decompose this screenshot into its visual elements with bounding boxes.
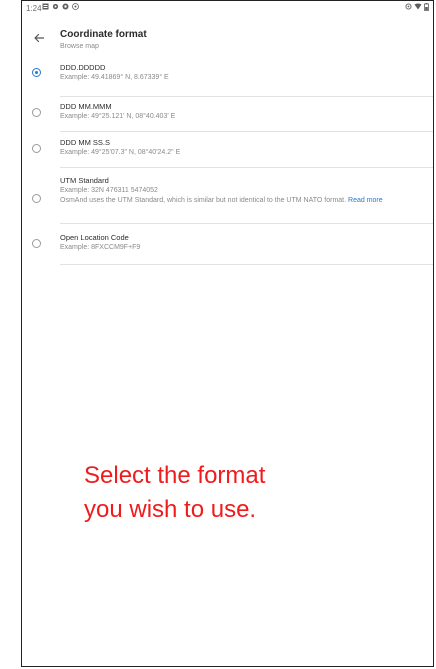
option-label: DDD.DDDDD [60,63,106,72]
format-option-ddd-mm-ss-s[interactable]: DDD MM SS.S Example: 49°25'07.3" N, 08°4… [22,132,433,167]
option-example: Example: 32N 476311 5474052 [60,187,158,194]
option-label: DDD MM.MMM [60,102,112,111]
cast-icon [72,3,79,10]
format-option-ddd-mm-mmm[interactable]: DDD MM.MMM Example: 49°25.121' N, 08°40.… [22,97,433,131]
notification-icon [42,3,49,10]
divider [60,264,433,265]
format-option-utm-standard[interactable]: UTM Standard Example: 32N 476311 5474052… [22,168,433,223]
format-option-ddd-ddddd[interactable]: DDD.DDDDD Example: 49.41869° N, 8.67339°… [22,59,433,96]
option-example: Example: 49°25.121' N, 08°40.403' E [60,113,176,120]
format-option-open-location-code[interactable]: Open Location Code Example: 8FXCCM9F+F9 [22,224,433,264]
wifi-icon [414,3,422,13]
status-time: 1:24 [26,4,42,13]
shield-icon [62,3,69,10]
read-more-link[interactable]: Read more [348,197,383,204]
option-label: DDD MM SS.S [60,138,111,147]
option-label: UTM Standard [60,176,109,185]
page-title: Coordinate format [60,29,147,40]
instruction-line-2: you wish to use. [84,496,257,523]
option-example: Example: 49.41869° N, 8.67339° E [60,74,169,81]
back-arrow-icon[interactable] [33,31,45,43]
note-text: OsmAnd uses the UTM Standard, which is s… [60,197,347,204]
device-screen: 1:24 Coordinate format Browse map DDD.DD… [21,0,434,667]
radio-button[interactable] [32,144,41,153]
status-icons-right [405,3,429,13]
app-bar: Coordinate format Browse map [22,19,433,53]
radio-button[interactable] [32,108,41,117]
instruction-line-1: Select the format [84,462,266,489]
instruction-caption: Select the format you wish to use. [84,459,384,527]
status-bar: 1:24 [22,1,433,15]
status-icons-left [42,3,79,10]
option-label: Open Location Code [60,233,129,242]
location-icon [405,3,412,13]
option-note: OsmAnd uses the UTM Standard, which is s… [60,196,430,205]
radio-button[interactable] [32,239,41,248]
option-example: Example: 49°25'07.3" N, 08°40'24.2" E [60,149,181,156]
settings-icon [52,3,59,10]
option-example: Example: 8FXCCM9F+F9 [60,244,141,251]
battery-icon [424,3,429,13]
radio-button[interactable] [32,194,41,203]
radio-button-selected[interactable] [32,68,41,77]
page-subtitle: Browse map [60,43,99,50]
